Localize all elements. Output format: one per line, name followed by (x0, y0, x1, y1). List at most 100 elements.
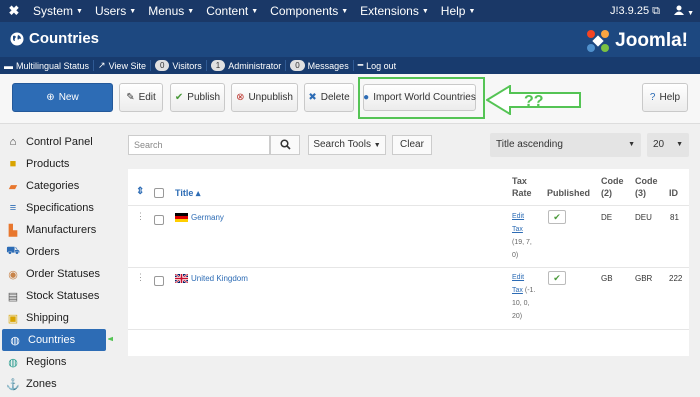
logout-link[interactable]: ━ Log out (354, 60, 400, 71)
comment-icon: ▬ (4, 60, 13, 71)
caret-down-icon: ▼ (421, 8, 429, 16)
visitors-badge: 0 (154, 60, 170, 71)
caret-down-icon: ▼ (251, 8, 259, 16)
edit-tax-link[interactable]: Edit Tax (512, 274, 524, 294)
sidebar-item-shipping[interactable]: ▣ Shipping (0, 307, 113, 329)
anchor-icon: ⚓ (6, 378, 20, 391)
box-icon: ■ (9, 158, 17, 170)
divider (128, 205, 689, 206)
sort-select[interactable]: Title ascending ▼ (490, 133, 641, 157)
select-all-checkbox[interactable] (154, 188, 164, 198)
published-toggle[interactable]: ✔ (548, 271, 566, 285)
drag-handle-icon[interactable]: ⋮ (136, 272, 145, 283)
caret-down-icon: ▼ (129, 8, 137, 16)
sidebar-item-regions[interactable]: ◍ Regions (0, 351, 113, 373)
limit-select[interactable]: 20 ▼ (647, 133, 689, 157)
tax-cell: Edit Tax (19, 7, 0) (512, 210, 540, 262)
menu-users[interactable]: Users ▼ (90, 4, 141, 18)
sidebar-item-control-panel[interactable]: ⌂ Control Panel (0, 131, 113, 153)
code3-column-header[interactable]: Code (3) (635, 175, 658, 199)
globe-icon: ◍ (10, 334, 20, 347)
user-icon (674, 5, 684, 15)
help-button[interactable]: ? Help (642, 83, 688, 112)
row-checkbox[interactable] (154, 276, 164, 286)
edit-button[interactable]: ✎ Edit (119, 83, 163, 112)
published-toggle[interactable]: ✔ (548, 210, 566, 224)
caret-down-icon: ▼ (76, 8, 83, 16)
ordering-sort-header[interactable]: ⇕ (136, 186, 144, 198)
joomla-logo-icon[interactable]: ✖ (0, 3, 28, 19)
globe-icon (10, 32, 24, 46)
new-button[interactable]: ⊕ New (12, 83, 113, 112)
question-circle-icon: ? (649, 92, 656, 103)
clear-button[interactable]: Clear (392, 135, 432, 155)
times-circle-icon: ⊗ (236, 92, 245, 103)
menu-content[interactable]: Content ▼ (201, 4, 263, 18)
country-title-link[interactable]: Germany (191, 213, 224, 222)
multilingual-status[interactable]: ▬ Multilingual Status (0, 60, 95, 71)
caret-down-icon: ▼ (628, 141, 635, 148)
view-site-link[interactable]: ↗ View Site (94, 60, 151, 71)
sidebar-item-stock-statuses[interactable]: ▤ Stock Statuses (0, 285, 113, 307)
menu-extensions[interactable]: Extensions ▼ (355, 4, 434, 18)
caret-down-icon: ▼ (676, 141, 683, 148)
top-navigation-bar: ✖ System ▼ Users ▼ Menus ▼ Content ▼ Compone… (0, 0, 700, 22)
folder-icon: ▰ (8, 180, 18, 193)
unpublish-button[interactable]: ⊗ Unpublish (231, 83, 298, 112)
sidebar-item-specifications[interactable]: ≡ Specifications (0, 197, 113, 219)
country-title-link[interactable]: United Kingdom (191, 274, 248, 283)
main-content: Search Search Tools ▼ Clear Title ascend… (113, 124, 700, 397)
annotation-arrow-left-icon: ?? (486, 85, 581, 115)
sidebar-item-manufacturers[interactable]: ▙ Manufacturers (0, 219, 113, 241)
row-checkbox[interactable] (154, 215, 164, 225)
sidebar-item-products[interactable]: ■ Products (0, 153, 113, 175)
sidebar-item-orders[interactable]: ⛟ Orders (0, 241, 113, 263)
status-icon: ◉ (8, 268, 18, 281)
search-tools-button[interactable]: Search Tools ▼ (308, 135, 386, 155)
page-header: Countries Joomla! (0, 22, 700, 57)
code2-column-header[interactable]: Code (2) (601, 175, 624, 199)
building-icon: ▙ (8, 224, 18, 237)
check-icon: ✔ (553, 273, 561, 283)
globe-icon: ◍ (8, 356, 18, 369)
sidebar-item-countries[interactable]: ◍ Countries (2, 329, 106, 351)
search-input[interactable]: Search (128, 135, 270, 155)
joomla-brand: Joomla! (585, 28, 688, 54)
version-link[interactable]: J!3.9.25 ⧉ (610, 5, 660, 18)
search-button[interactable] (270, 135, 300, 155)
publish-button[interactable]: ✔ Publish (170, 83, 225, 112)
annotation-highlight-box (358, 77, 485, 119)
code3-cell: DEU (635, 213, 652, 222)
admin-status[interactable]: 1 Administrator (207, 60, 287, 71)
menu-help[interactable]: Help ▼ (436, 4, 481, 18)
sliders-icon: ≡ (9, 202, 17, 214)
sidebar-item-zones[interactable]: ⚓ Zones (0, 373, 113, 395)
caret-down-icon: ▼ (373, 142, 381, 149)
edit-icon: ✎ (126, 92, 135, 103)
visitors-status[interactable]: 0 Visitors (151, 60, 207, 71)
delete-button[interactable]: ✖ Delete (304, 83, 354, 112)
tax-rate-column-header: Tax Rate (512, 176, 532, 198)
published-column-header[interactable]: Published (547, 187, 590, 199)
status-bar: ▬ Multilingual Status ↗ View Site 0 Visi… (0, 57, 700, 74)
sidebar-item-categories[interactable]: ▰ Categories (0, 175, 113, 197)
caret-down-icon: ▼ (341, 8, 349, 16)
id-column-header[interactable]: ID (669, 187, 678, 199)
user-menu[interactable]: ▼ (674, 5, 694, 18)
joomla-logo-icon (587, 30, 610, 52)
search-icon (279, 139, 291, 150)
drag-handle-icon[interactable]: ⋮ (136, 211, 145, 222)
menu-components[interactable]: Components ▼ (265, 4, 353, 18)
check-icon: ✔ (174, 92, 184, 103)
title-column-header[interactable]: Title ▴ (175, 187, 200, 199)
plus-circle-icon: ⊕ (46, 92, 55, 103)
edit-tax-link[interactable]: Edit Tax (512, 213, 524, 233)
menu-menus[interactable]: Menus ▼ (143, 4, 199, 18)
sidebar: ⌂ Control Panel ■ Products ▰ Categories ≡ Sp… (0, 124, 113, 397)
menu-system[interactable]: System ▼ (28, 4, 88, 18)
sidebar-item-order-statuses[interactable]: ◉ Order Statuses (0, 263, 113, 285)
messages-status[interactable]: 0 Messages (286, 60, 354, 71)
cart-icon: ⛟ (6, 245, 20, 257)
brand-name: Joomla! (615, 30, 688, 51)
tax-cell: Edit Tax (-1. 10, 0, 20) (512, 271, 540, 323)
